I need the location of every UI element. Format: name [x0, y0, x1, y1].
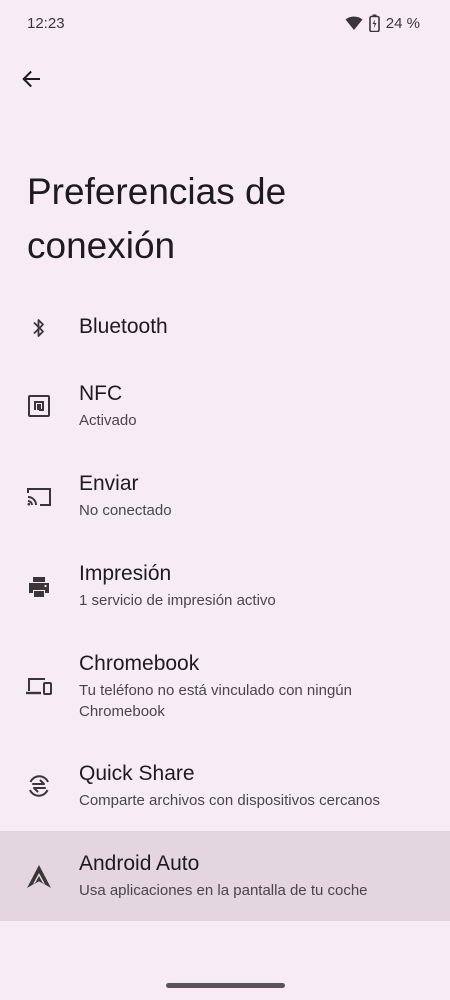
settings-item-android-auto[interactable]: Android Auto Usa aplicaciones en la pant…	[0, 831, 450, 921]
settings-item-summary: 1 servicio de impresión activo	[79, 592, 276, 609]
settings-item-title: Bluetooth	[79, 315, 168, 338]
wifi-icon	[345, 15, 363, 31]
settings-item-quick-share[interactable]: Quick Share Comparte archivos con dispos…	[0, 750, 450, 820]
battery-percent: 24 %	[385, 14, 420, 32]
settings-item-title: Impresión	[79, 562, 172, 585]
battery-saver-icon	[368, 14, 380, 32]
cast-icon	[24, 482, 54, 512]
settings-item-summary: Activado	[79, 412, 137, 429]
gesture-navigation-handle[interactable]	[166, 983, 285, 988]
status-bar: 12:23 24 %	[0, 0, 450, 48]
settings-item-title: Enviar	[79, 472, 139, 495]
settings-item-title: Android Auto	[79, 852, 200, 875]
settings-item-title: NFC	[79, 382, 123, 405]
settings-item-title: Quick Share	[79, 762, 195, 785]
settings-item-summary: Usa aplicaciones en la pantalla de tu co…	[79, 882, 368, 899]
settings-item-chromebook[interactable]: Chromebook Tu teléfono no está vinculado…	[0, 640, 450, 730]
devices-icon	[24, 672, 54, 702]
android-auto-icon	[24, 862, 54, 892]
settings-item-bluetooth[interactable]: Bluetooth	[0, 305, 450, 351]
settings-item-nfc[interactable]: NFC Activado	[0, 370, 450, 440]
page-title: Preferencias de conexión	[27, 171, 287, 266]
settings-item-summary: Tu teléfono no está vinculado con ningún…	[79, 682, 352, 720]
printer-icon	[24, 572, 54, 602]
status-time: 12:23	[27, 15, 65, 32]
arrow-left-icon	[21, 69, 41, 94]
settings-item-summary: No conectado	[79, 502, 172, 519]
back-button[interactable]	[12, 62, 50, 100]
settings-item-printing[interactable]: Impresión 1 servicio de impresión activo	[0, 550, 450, 620]
status-icons: 24 %	[345, 14, 420, 32]
quick-share-icon	[24, 771, 54, 801]
nfc-icon	[24, 391, 54, 421]
settings-item-summary: Comparte archivos con dispositivos cerca…	[79, 792, 380, 809]
bluetooth-icon	[24, 313, 54, 343]
settings-item-cast[interactable]: Enviar No conectado	[0, 460, 450, 530]
settings-item-title: Chromebook	[79, 652, 200, 675]
